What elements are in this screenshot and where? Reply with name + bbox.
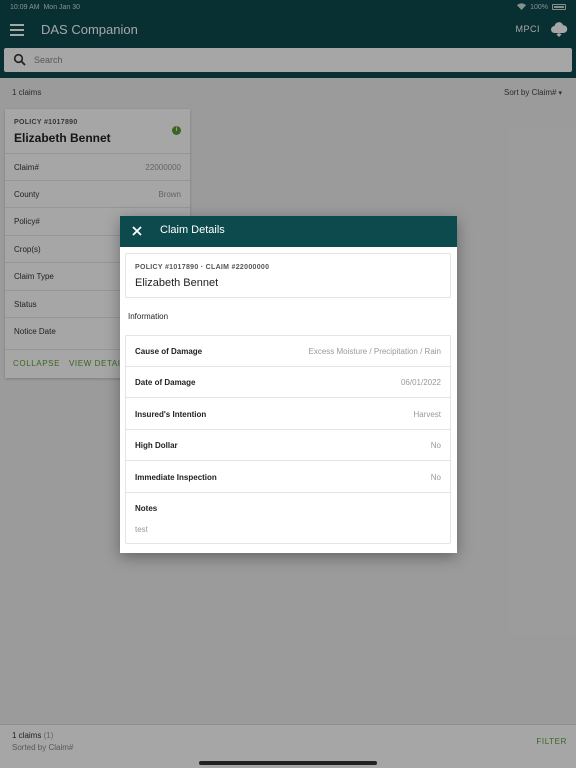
information-list: Cause of Damage Excess Moisture / Precip… <box>125 335 451 544</box>
info-row-value: Excess Moisture / Precipitation / Rain <box>308 347 442 356</box>
claim-details-dialog: Claim Details POLICY #1017890 · CLAIM #2… <box>120 216 457 553</box>
info-row-date: Date of Damage 06/01/2022 <box>126 367 450 398</box>
info-row-value: Harvest <box>413 410 441 419</box>
notes-label: Notes <box>135 504 158 513</box>
close-icon[interactable] <box>130 224 144 238</box>
info-row-intention: Insured's Intention Harvest <box>126 399 450 430</box>
dialog-insured-name: Elizabeth Bennet <box>135 277 219 289</box>
info-row-high-dollar: High Dollar No <box>126 430 450 461</box>
info-row-value: No <box>430 473 441 482</box>
info-row-cause: Cause of Damage Excess Moisture / Precip… <box>126 336 450 367</box>
info-row-label: High Dollar <box>135 441 178 450</box>
info-row-label: Immediate Inspection <box>135 473 217 482</box>
dialog-policy-claim: POLICY #1017890 · CLAIM #22000000 <box>135 264 270 271</box>
dialog-claim-summary: POLICY #1017890 · CLAIM #22000000 Elizab… <box>125 253 451 298</box>
notes-value: test <box>135 525 148 534</box>
dialog-header: Claim Details <box>120 216 457 247</box>
info-row-value: 06/01/2022 <box>400 378 441 387</box>
info-row-label: Insured's Intention <box>135 410 207 419</box>
info-row-label: Date of Damage <box>135 378 196 387</box>
section-heading: Information <box>128 312 169 321</box>
info-row-immediate-inspection: Immediate Inspection No <box>126 462 450 493</box>
info-row-label: Cause of Damage <box>135 347 203 356</box>
info-row-value: No <box>430 441 441 450</box>
dialog-title: Claim Details <box>160 224 225 236</box>
